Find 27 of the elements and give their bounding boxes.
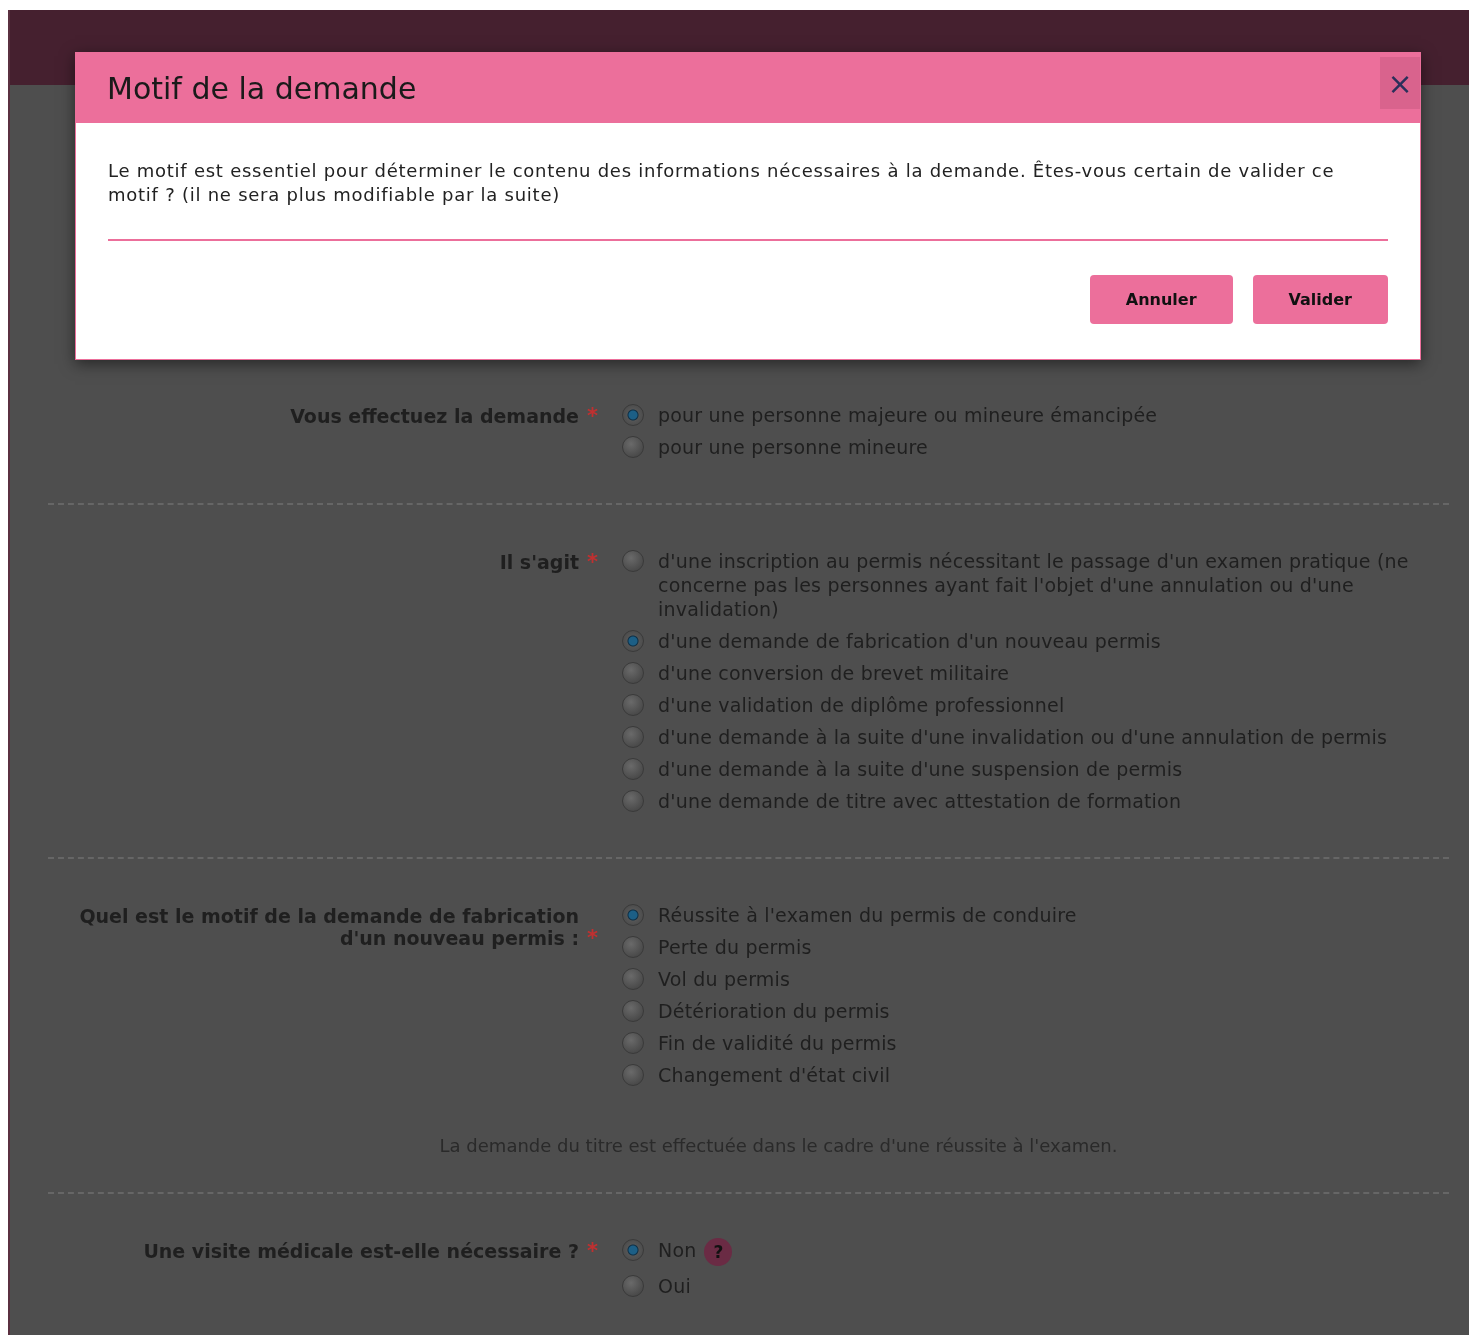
- radio-button[interactable]: [622, 1000, 644, 1022]
- radio-button[interactable]: [622, 790, 644, 812]
- dialog-message: Le motif est essentiel pour déterminer le contenu des informations nécessaires à la demande. Êtes-vous certain de valider ce motif ? (il ne sera plus modifiable par la suite): [108, 159, 1336, 207]
- radio-button[interactable]: [622, 968, 644, 990]
- radio-button[interactable]: [622, 1275, 644, 1297]
- required-mark: *: [587, 551, 598, 573]
- cancel-button[interactable]: Annuler: [1089, 275, 1233, 324]
- dialog-title: Motif de la demande: [107, 70, 417, 106]
- radio-button[interactable]: [622, 436, 644, 458]
- radio-button[interactable]: [622, 1032, 644, 1054]
- radio-button[interactable]: [622, 904, 644, 926]
- required-mark: *: [587, 405, 598, 427]
- radio-button[interactable]: [622, 936, 644, 958]
- radio-button[interactable]: [622, 694, 644, 716]
- close-button[interactable]: ×: [1380, 57, 1420, 109]
- radio-button[interactable]: [622, 550, 644, 572]
- help-icon[interactable]: ?: [704, 1238, 733, 1266]
- required-mark: *: [587, 1240, 598, 1262]
- radio-button[interactable]: [622, 662, 644, 684]
- radio-button[interactable]: [622, 404, 644, 426]
- radio-button[interactable]: [622, 1239, 644, 1261]
- confirm-button[interactable]: Valider: [1252, 275, 1388, 324]
- radio-button[interactable]: [622, 1064, 644, 1086]
- required-mark: *: [587, 927, 598, 949]
- radio-button[interactable]: [622, 726, 644, 748]
- radio-button[interactable]: [622, 630, 644, 652]
- radio-button[interactable]: [622, 758, 644, 780]
